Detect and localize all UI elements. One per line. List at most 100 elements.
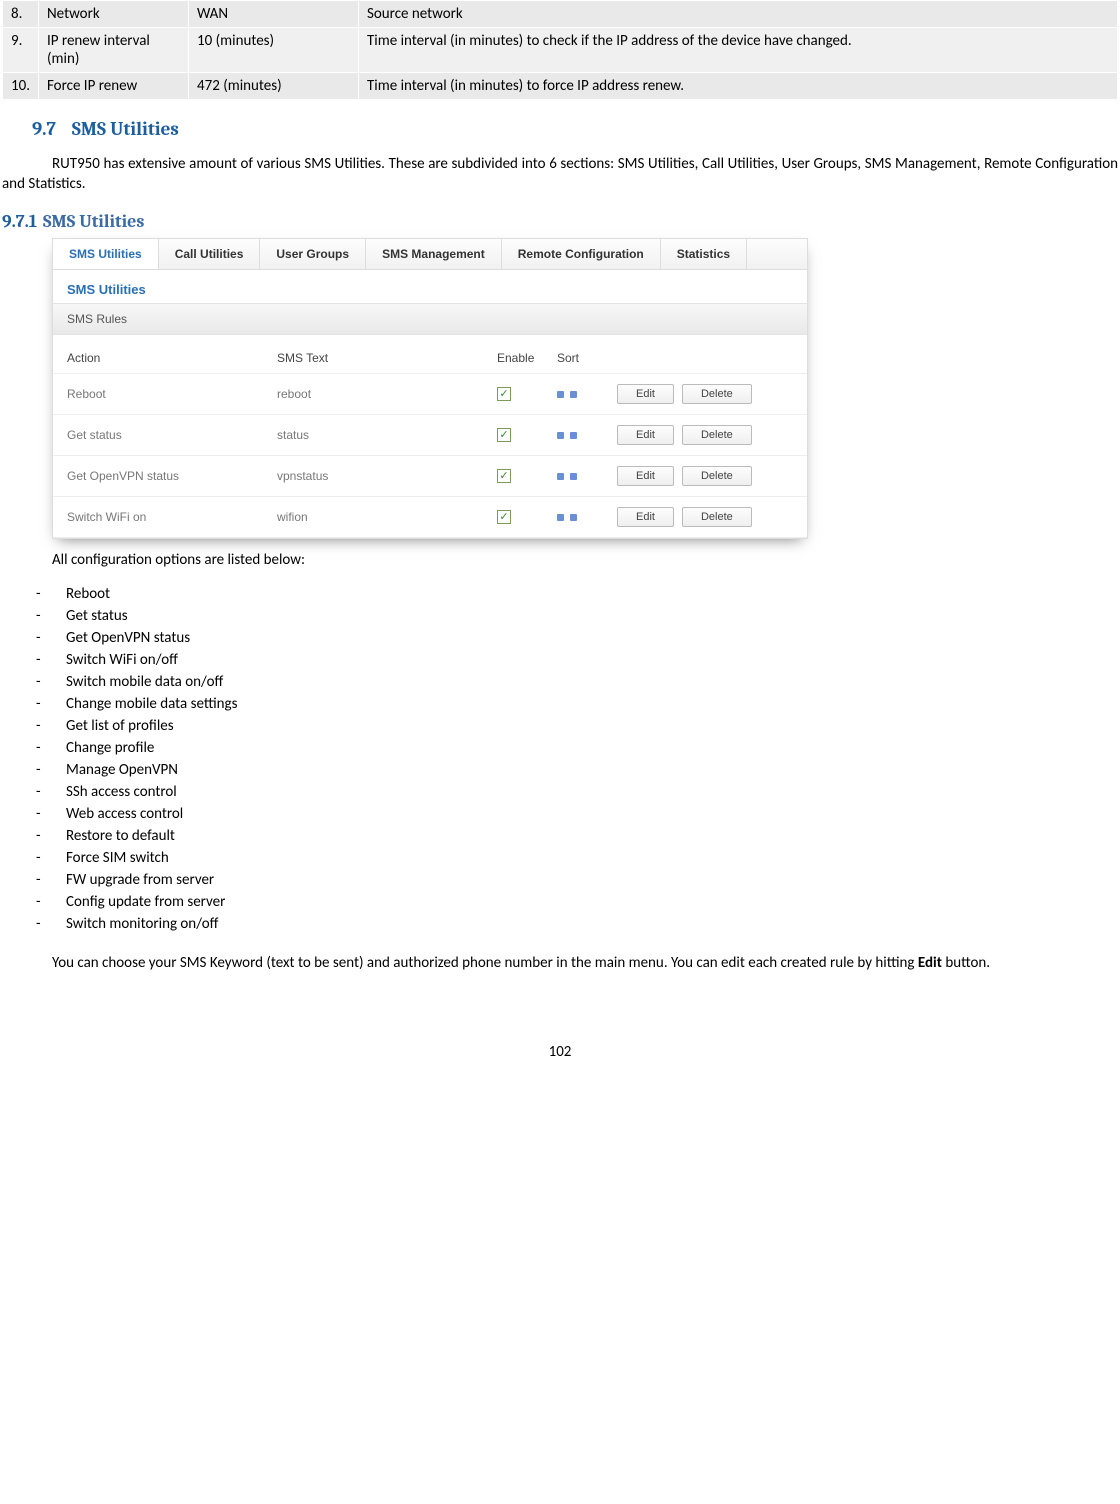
list-item: -Restore to default: [36, 825, 1118, 847]
option-text: Get OpenVPN status: [66, 629, 190, 647]
option-text: Force SIM switch: [66, 849, 169, 867]
row-name: Force IP renew: [39, 73, 189, 100]
table-row: 10. Force IP renew 472 (minutes) Time in…: [3, 73, 1118, 100]
rule-row: Get OpenVPN statusvpnstatus✓ Edit Delete: [53, 456, 807, 497]
heading-9-7: 9.7 SMS Utilities: [32, 118, 1118, 140]
list-item: -Switch monitoring on/off: [36, 913, 1118, 935]
edit-button[interactable]: Edit: [617, 507, 674, 527]
edit-button[interactable]: Edit: [617, 466, 674, 486]
edit-button[interactable]: Edit: [617, 425, 674, 445]
rule-row: Get statusstatus✓ Edit Delete: [53, 415, 807, 456]
panel-subhead: SMS Rules: [53, 303, 807, 335]
rule-row: Switch WiFi onwifion✓ Edit Delete: [53, 497, 807, 538]
column-headers: Action SMS Text Enable Sort: [53, 335, 807, 374]
enable-checkbox[interactable]: ✓: [497, 428, 511, 442]
option-text: Change mobile data settings: [66, 695, 238, 713]
tab-remote-configuration[interactable]: Remote Configuration: [502, 239, 661, 269]
rule-action: Switch WiFi on: [67, 510, 277, 524]
list-item: -SSh access control: [36, 781, 1118, 803]
option-text: Manage OpenVPN: [66, 761, 178, 779]
parameters-table: 8. Network WAN Source network 9. IP rene…: [2, 0, 1118, 100]
option-text: Reboot: [66, 585, 110, 603]
row-value: WAN: [189, 1, 359, 28]
row-name: IP renew interval (min): [39, 28, 189, 73]
option-text: Config update from server: [66, 893, 225, 911]
tabs-bar: SMS Utilities Call Utilities User Groups…: [53, 239, 807, 270]
list-item: -Manage OpenVPN: [36, 759, 1118, 781]
options-intro: All configuration options are listed bel…: [52, 551, 1118, 569]
tab-sms-utilities[interactable]: SMS Utilities: [53, 239, 159, 269]
row-desc: Time interval (in minutes) to check if t…: [359, 28, 1118, 73]
option-text: SSh access control: [66, 783, 177, 801]
heading-num: 9.7.1: [2, 211, 37, 232]
list-item: -Reboot: [36, 583, 1118, 605]
enable-checkbox[interactable]: ✓: [497, 387, 511, 401]
delete-button[interactable]: Delete: [682, 384, 752, 404]
edit-button[interactable]: Edit: [617, 384, 674, 404]
rule-action: Get OpenVPN status: [67, 469, 277, 483]
row-num: 9.: [3, 28, 39, 73]
list-item: -Get status: [36, 605, 1118, 627]
row-name: Network: [39, 1, 189, 28]
heading-title: SMS Utilities: [72, 118, 179, 140]
panel-title: SMS Utilities: [53, 270, 807, 303]
row-num: 10.: [3, 73, 39, 100]
row-value: 10 (minutes): [189, 28, 359, 73]
list-item: -Change mobile data settings: [36, 693, 1118, 715]
enable-checkbox[interactable]: ✓: [497, 510, 511, 524]
closing-paragraph: You can choose your SMS Keyword (text to…: [2, 953, 1118, 973]
table-row: 9. IP renew interval (min) 10 (minutes) …: [3, 28, 1118, 73]
tab-user-groups[interactable]: User Groups: [260, 239, 366, 269]
option-text: Get status: [66, 607, 128, 625]
col-sms: SMS Text: [277, 351, 497, 365]
tab-sms-management[interactable]: SMS Management: [366, 239, 502, 269]
option-text: Switch WiFi on/off: [66, 651, 178, 669]
list-item: -FW upgrade from server: [36, 869, 1118, 891]
row-desc: Source network: [359, 1, 1118, 28]
list-item: -Get list of profiles: [36, 715, 1118, 737]
table-row: 8. Network WAN Source network: [3, 1, 1118, 28]
col-sort: Sort: [557, 351, 617, 365]
rule-action: Get status: [67, 428, 277, 442]
tab-statistics[interactable]: Statistics: [661, 239, 747, 269]
tab-call-utilities[interactable]: Call Utilities: [159, 239, 261, 269]
sort-handle[interactable]: [557, 391, 577, 398]
row-num: 8.: [3, 1, 39, 28]
enable-checkbox[interactable]: ✓: [497, 469, 511, 483]
delete-button[interactable]: Delete: [682, 466, 752, 486]
row-desc: Time interval (in minutes) to force IP a…: [359, 73, 1118, 100]
sort-handle[interactable]: [557, 473, 577, 480]
list-item: -Web access control: [36, 803, 1118, 825]
list-item: -Get OpenVPN status: [36, 627, 1118, 649]
sort-handle[interactable]: [557, 514, 577, 521]
row-value: 472 (minutes): [189, 73, 359, 100]
heading-9-7-1: 9.7.1 SMS Utilities: [2, 211, 1118, 232]
col-enable: Enable: [497, 351, 557, 365]
delete-button[interactable]: Delete: [682, 507, 752, 527]
intro-paragraph: RUT950 has extensive amount of various S…: [2, 154, 1118, 195]
rule-row: Rebootreboot✓ Edit Delete: [53, 374, 807, 415]
heading-num: 9.7: [32, 118, 56, 140]
rule-action: Reboot: [67, 387, 277, 401]
heading-title: SMS Utilities: [43, 211, 144, 232]
rule-sms-text: vpnstatus: [277, 469, 497, 483]
sms-utilities-panel: SMS Utilities Call Utilities User Groups…: [52, 238, 808, 539]
sort-handle[interactable]: [557, 432, 577, 439]
delete-button[interactable]: Delete: [682, 425, 752, 445]
option-text: Switch mobile data on/off: [66, 673, 223, 691]
rule-sms-text: reboot: [277, 387, 497, 401]
col-action: Action: [67, 351, 277, 365]
option-text: Change profile: [66, 739, 154, 757]
rule-sms-text: status: [277, 428, 497, 442]
list-item: -Switch WiFi on/off: [36, 649, 1118, 671]
list-item: -Config update from server: [36, 891, 1118, 913]
option-text: FW upgrade from server: [66, 871, 214, 889]
list-item: -Switch mobile data on/off: [36, 671, 1118, 693]
option-list: -Reboot-Get status-Get OpenVPN status-Sw…: [36, 583, 1118, 935]
option-text: Switch monitoring on/off: [66, 915, 218, 933]
list-item: -Change profile: [36, 737, 1118, 759]
list-item: -Force SIM switch: [36, 847, 1118, 869]
rule-sms-text: wifion: [277, 510, 497, 524]
page-number: 102: [2, 1043, 1118, 1081]
bold-edit: Edit: [918, 954, 942, 972]
